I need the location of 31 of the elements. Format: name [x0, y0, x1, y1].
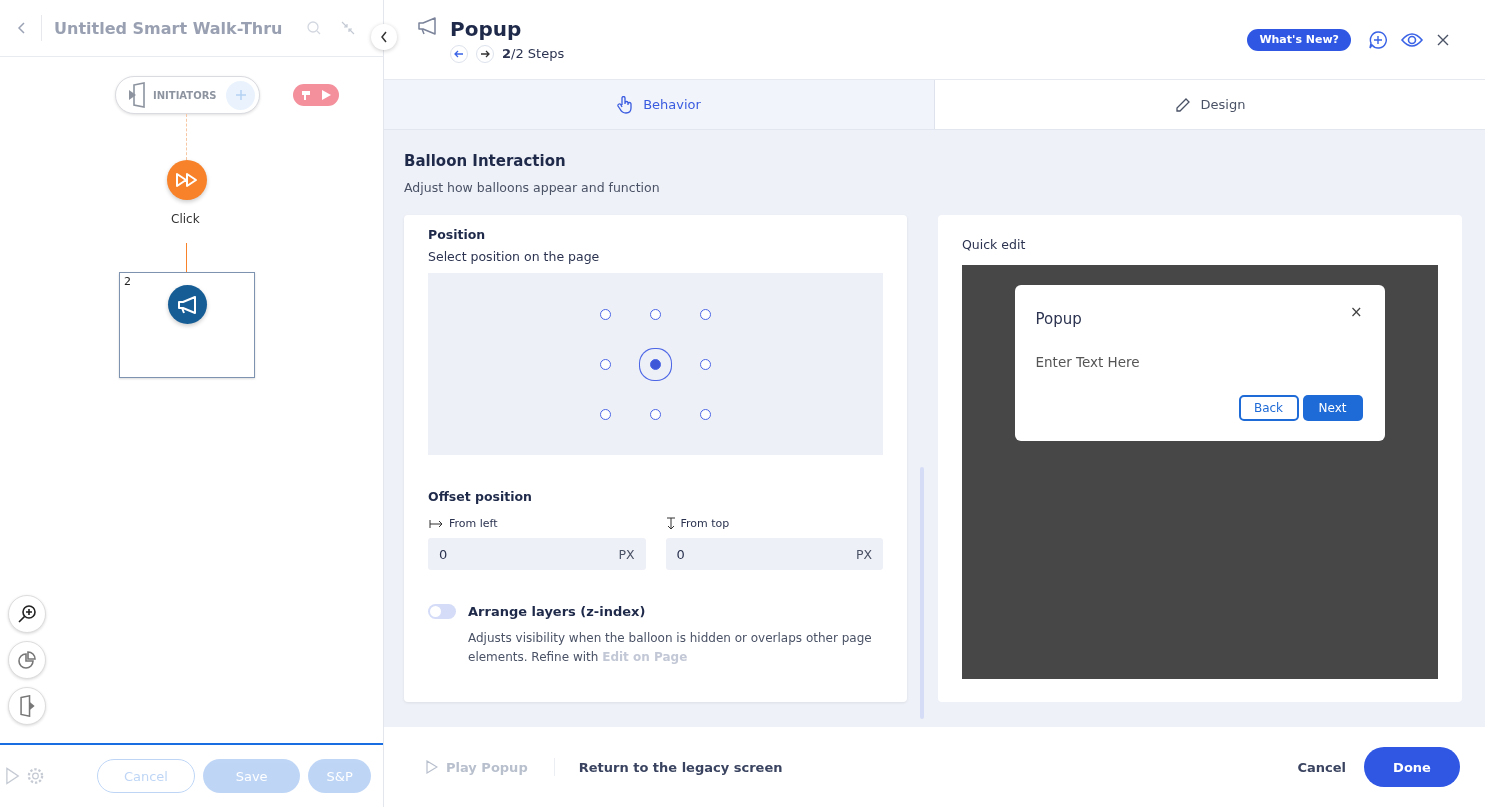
initiators-node[interactable]: INITIATORS: [115, 76, 260, 114]
position-hint: Select position on the page: [428, 249, 601, 264]
tab[interactable]: Behavior: [384, 80, 935, 129]
initiators-label: INITIATORS: [153, 89, 218, 101]
close-button[interactable]: ×: [1349, 305, 1363, 328]
popup-body-text: Enter Text Here: [1035, 354, 1141, 370]
section-title: Balloon Interaction: [404, 152, 567, 170]
walkthru-title: Untitled Smart Walk-Thru: [54, 18, 284, 38]
position-label: Position: [428, 227, 487, 242]
step-counter: 2/2 Steps: [502, 46, 565, 61]
back-button[interactable]: Back: [1238, 395, 1299, 421]
done-button[interactable]: Done: [1364, 747, 1460, 787]
next-button[interactable]: Next: [1302, 395, 1363, 421]
toggle-label: Arrange layers (z-index): [468, 604, 646, 619]
trigger-label: Click: [171, 212, 200, 226]
popup-preview[interactable]: Popup × Enter Text Here Back Next: [1014, 285, 1385, 441]
offset-title: Offset position: [428, 489, 533, 504]
field-label: From left: [449, 517, 498, 530]
offset-input[interactable]: 0 PX: [665, 538, 883, 570]
cancel-button[interactable]: Cancel: [1297, 759, 1346, 775]
whats-new-button[interactable]: What's New?: [1247, 28, 1351, 51]
step-card[interactable]: 2: [119, 272, 255, 378]
section-subtitle: Adjust how balloons appear and function: [404, 180, 661, 195]
popup-title: Popup: [1035, 310, 1082, 328]
legacy-screen-link[interactable]: Return to the legacy screen: [578, 759, 783, 775]
quick-edit-label: Quick edit: [962, 237, 1027, 252]
layers-description: Adjusts visibility when the balloon is hidden or overlaps other page elements. Refine with Edit on Page: [468, 630, 873, 666]
step-title: Popup: [450, 16, 523, 41]
offset-input[interactable]: 0 PX: [428, 538, 646, 570]
step-number: 2: [124, 275, 131, 288]
field-label: From top: [680, 517, 730, 530]
